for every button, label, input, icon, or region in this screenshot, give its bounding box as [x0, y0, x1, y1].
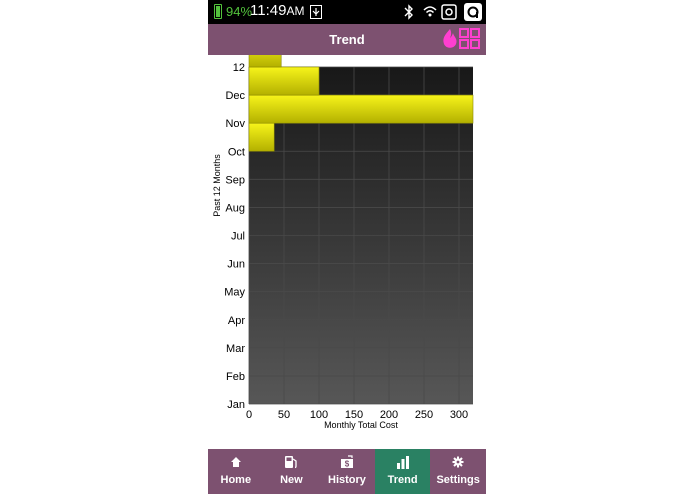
y-axis-label: Past 12 Months: [212, 154, 222, 217]
phone-screen: 94% 11:49AM Trend Jan Feb Mar Apr May Ju…: [208, 0, 486, 494]
x-tick-label: 0: [246, 409, 252, 421]
trend-chart: Jan Feb Mar Apr May Jun Jul Aug Sep Oct Nov Dec 12 0 5…: [208, 55, 486, 449]
y-tick-label: Jan: [227, 399, 245, 411]
y-tick-label: Jul: [231, 231, 245, 243]
status-bar: 94% 11:49AM: [208, 0, 486, 24]
fuel-pump-icon: [264, 454, 320, 470]
nav-item-trend[interactable]: Trend: [374, 449, 431, 494]
clock-time: 11:49: [250, 2, 287, 19]
nfc-icon: [441, 4, 457, 20]
x-axis-label: Monthly Total Cost: [324, 420, 398, 430]
y-tick-label: Sep: [225, 174, 245, 186]
wifi-icon: [423, 6, 437, 17]
gear-icon: [430, 454, 486, 470]
y-tick-label: Dec: [225, 90, 245, 102]
nav-item-history[interactable]: $ History: [319, 449, 375, 494]
y-tick-label: Oct: [228, 146, 245, 158]
y-tick-label: 12: [233, 62, 245, 74]
y-tick-label: Mar: [226, 343, 245, 355]
trend-chart-svg: Jan Feb Mar Apr May Jun Jul Aug Sep Oct Nov Dec 12 0 5…: [212, 55, 474, 430]
y-tick-label: Aug: [225, 202, 245, 214]
camera-app-icon: [464, 3, 482, 21]
svg-text:$: $: [345, 460, 350, 469]
battery-percent: 94%: [226, 4, 253, 19]
flame-grid-icon[interactable]: [440, 27, 484, 51]
y-tick-label: Nov: [225, 118, 245, 130]
clock-suffix: AM: [286, 4, 305, 18]
nav-label: Trend: [387, 474, 418, 486]
usb-icon: [310, 5, 322, 19]
y-tick-label: Feb: [226, 371, 245, 383]
nav-label: Settings: [436, 474, 480, 486]
nav-item-new[interactable]: New: [264, 449, 320, 494]
nav-label: Home: [220, 474, 252, 486]
x-tick-label: 300: [450, 409, 468, 421]
bottom-nav: Home New $ History Trend Settings: [208, 449, 486, 494]
home-icon: [208, 454, 264, 470]
x-tick-label: 250: [415, 409, 433, 421]
bar-chart-icon: [375, 454, 431, 470]
bluetooth-icon: [404, 4, 413, 20]
bar-sep: [248, 122, 275, 152]
bar-dec: [248, 55, 282, 68]
y-tick-label: Jun: [227, 259, 245, 271]
nav-label: New: [280, 474, 303, 486]
x-tick-label: 50: [278, 409, 290, 421]
y-tick-label: Apr: [228, 315, 245, 327]
nav-item-home[interactable]: Home: [208, 449, 264, 494]
y-tick-label: May: [224, 287, 245, 299]
nav-label: History: [328, 474, 366, 486]
nav-item-settings[interactable]: Settings: [430, 449, 486, 494]
title-bar: Trend: [208, 24, 486, 55]
history-icon: $: [319, 454, 375, 470]
bar-oct: [248, 94, 474, 124]
bar-nov: [248, 66, 320, 96]
clock: 11:49AM: [250, 2, 304, 20]
battery-icon: [214, 4, 222, 19]
